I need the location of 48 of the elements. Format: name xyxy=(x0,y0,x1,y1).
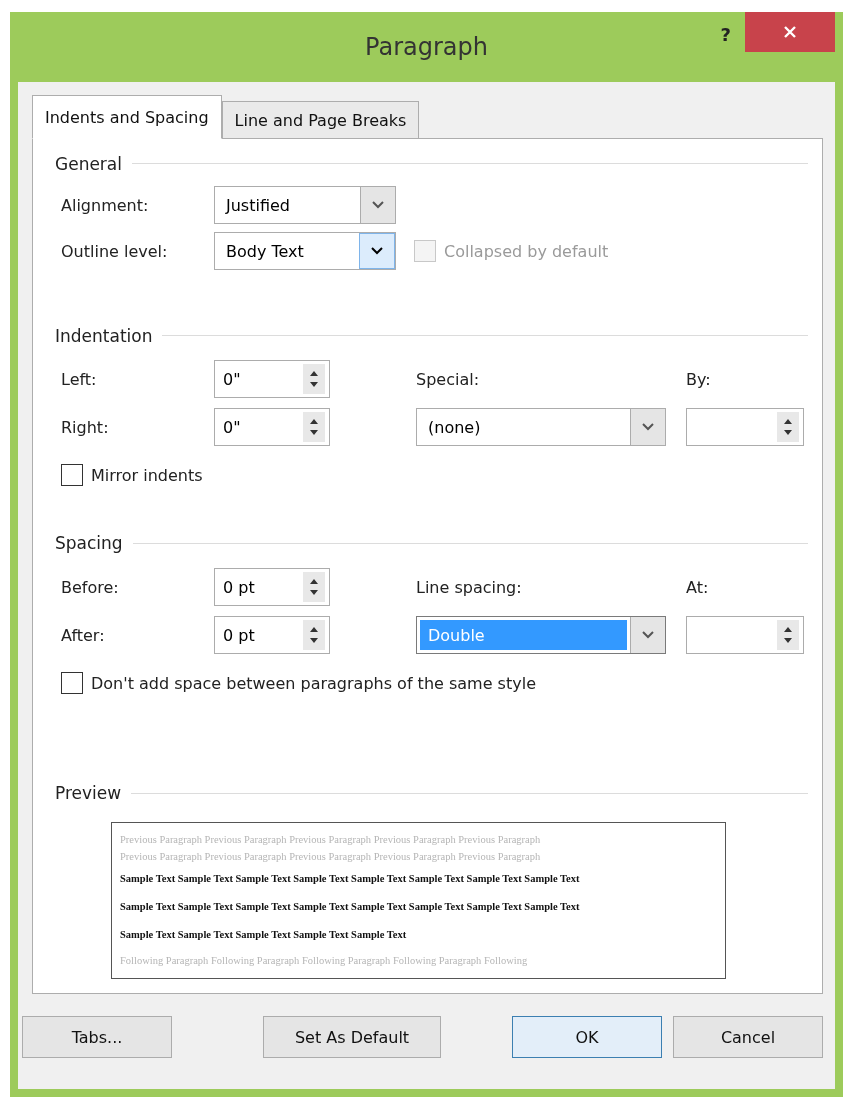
field-label: Line spacing: xyxy=(416,577,523,597)
section-heading: Preview xyxy=(55,783,122,804)
field-label: After: xyxy=(61,625,106,645)
spin-field[interactable]: 0" xyxy=(214,408,330,447)
field-label: Outline level: xyxy=(61,241,169,261)
tab[interactable]: Line and Page Breaks xyxy=(221,101,420,139)
spin-field[interactable]: 0 pt xyxy=(214,568,330,607)
section-heading: Indentation xyxy=(55,325,153,346)
checkbox-label: Mirror indents xyxy=(91,465,203,485)
chevron-down-icon xyxy=(372,201,384,210)
dropdown[interactable]: Justified xyxy=(214,186,396,225)
preview-text: Previous Paragraph Previous Paragraph Previous Paragraph Previous Paragraph Previous Paragraph xyxy=(120,833,542,847)
field-label: By: xyxy=(686,369,712,389)
field-label: Special: xyxy=(416,369,481,389)
help-button[interactable]: ? xyxy=(716,22,735,47)
tab[interactable]: Indents and Spacing xyxy=(32,95,222,139)
chevron-down-icon xyxy=(642,423,654,432)
field-label: Right: xyxy=(61,417,110,437)
close-icon xyxy=(783,25,797,39)
dialog-button[interactable]: Set As Default xyxy=(263,1016,441,1058)
field-label: Before: xyxy=(61,577,120,597)
spin-field[interactable] xyxy=(686,408,804,447)
close-button[interactable] xyxy=(745,12,835,52)
spin-field[interactable]: 0 pt xyxy=(214,616,330,655)
dialog-button[interactable]: OK xyxy=(512,1016,662,1058)
spin-field[interactable] xyxy=(686,616,804,655)
window-title: Paragraph xyxy=(365,33,488,61)
checkbox[interactable] xyxy=(61,672,83,695)
spin-field[interactable]: 0" xyxy=(214,360,330,399)
checkbox-label: Don't add space between paragraphs of the same style xyxy=(91,673,536,693)
field-label: At: xyxy=(686,577,710,597)
chevron-down-icon xyxy=(642,631,654,640)
dialog-button[interactable]: Cancel xyxy=(673,1016,823,1058)
checkbox[interactable] xyxy=(61,464,83,487)
checkbox-label: Collapsed by default xyxy=(444,241,609,261)
chevron-down-icon xyxy=(371,247,383,256)
section-heading: Spacing xyxy=(55,533,123,554)
dialog-button[interactable]: Tabs... xyxy=(22,1016,172,1058)
section-heading: General xyxy=(55,153,122,174)
preview-text: Following Paragraph Following Paragraph Following Paragraph Following Paragraph Following xyxy=(120,954,529,968)
preview-text: Previous Paragraph Previous Paragraph Previous Paragraph Previous Paragraph Previous Paragraph xyxy=(120,850,542,864)
preview-text: Sample Text Sample Text Sample Text Sample Text Sample Text xyxy=(120,928,408,942)
preview-text: Sample Text Sample Text Sample Text Sample Text Sample Text Sample Text Sample Text Sample Text xyxy=(120,900,581,914)
preview-text: Sample Text Sample Text Sample Text Sample Text Sample Text Sample Text Sample Text Sample Text xyxy=(120,872,581,886)
field-label: Left: xyxy=(61,369,98,389)
field-label: Alignment: xyxy=(61,195,150,215)
dropdown[interactable]: Body Text xyxy=(214,232,396,271)
dropdown[interactable]: (none) xyxy=(416,408,666,447)
